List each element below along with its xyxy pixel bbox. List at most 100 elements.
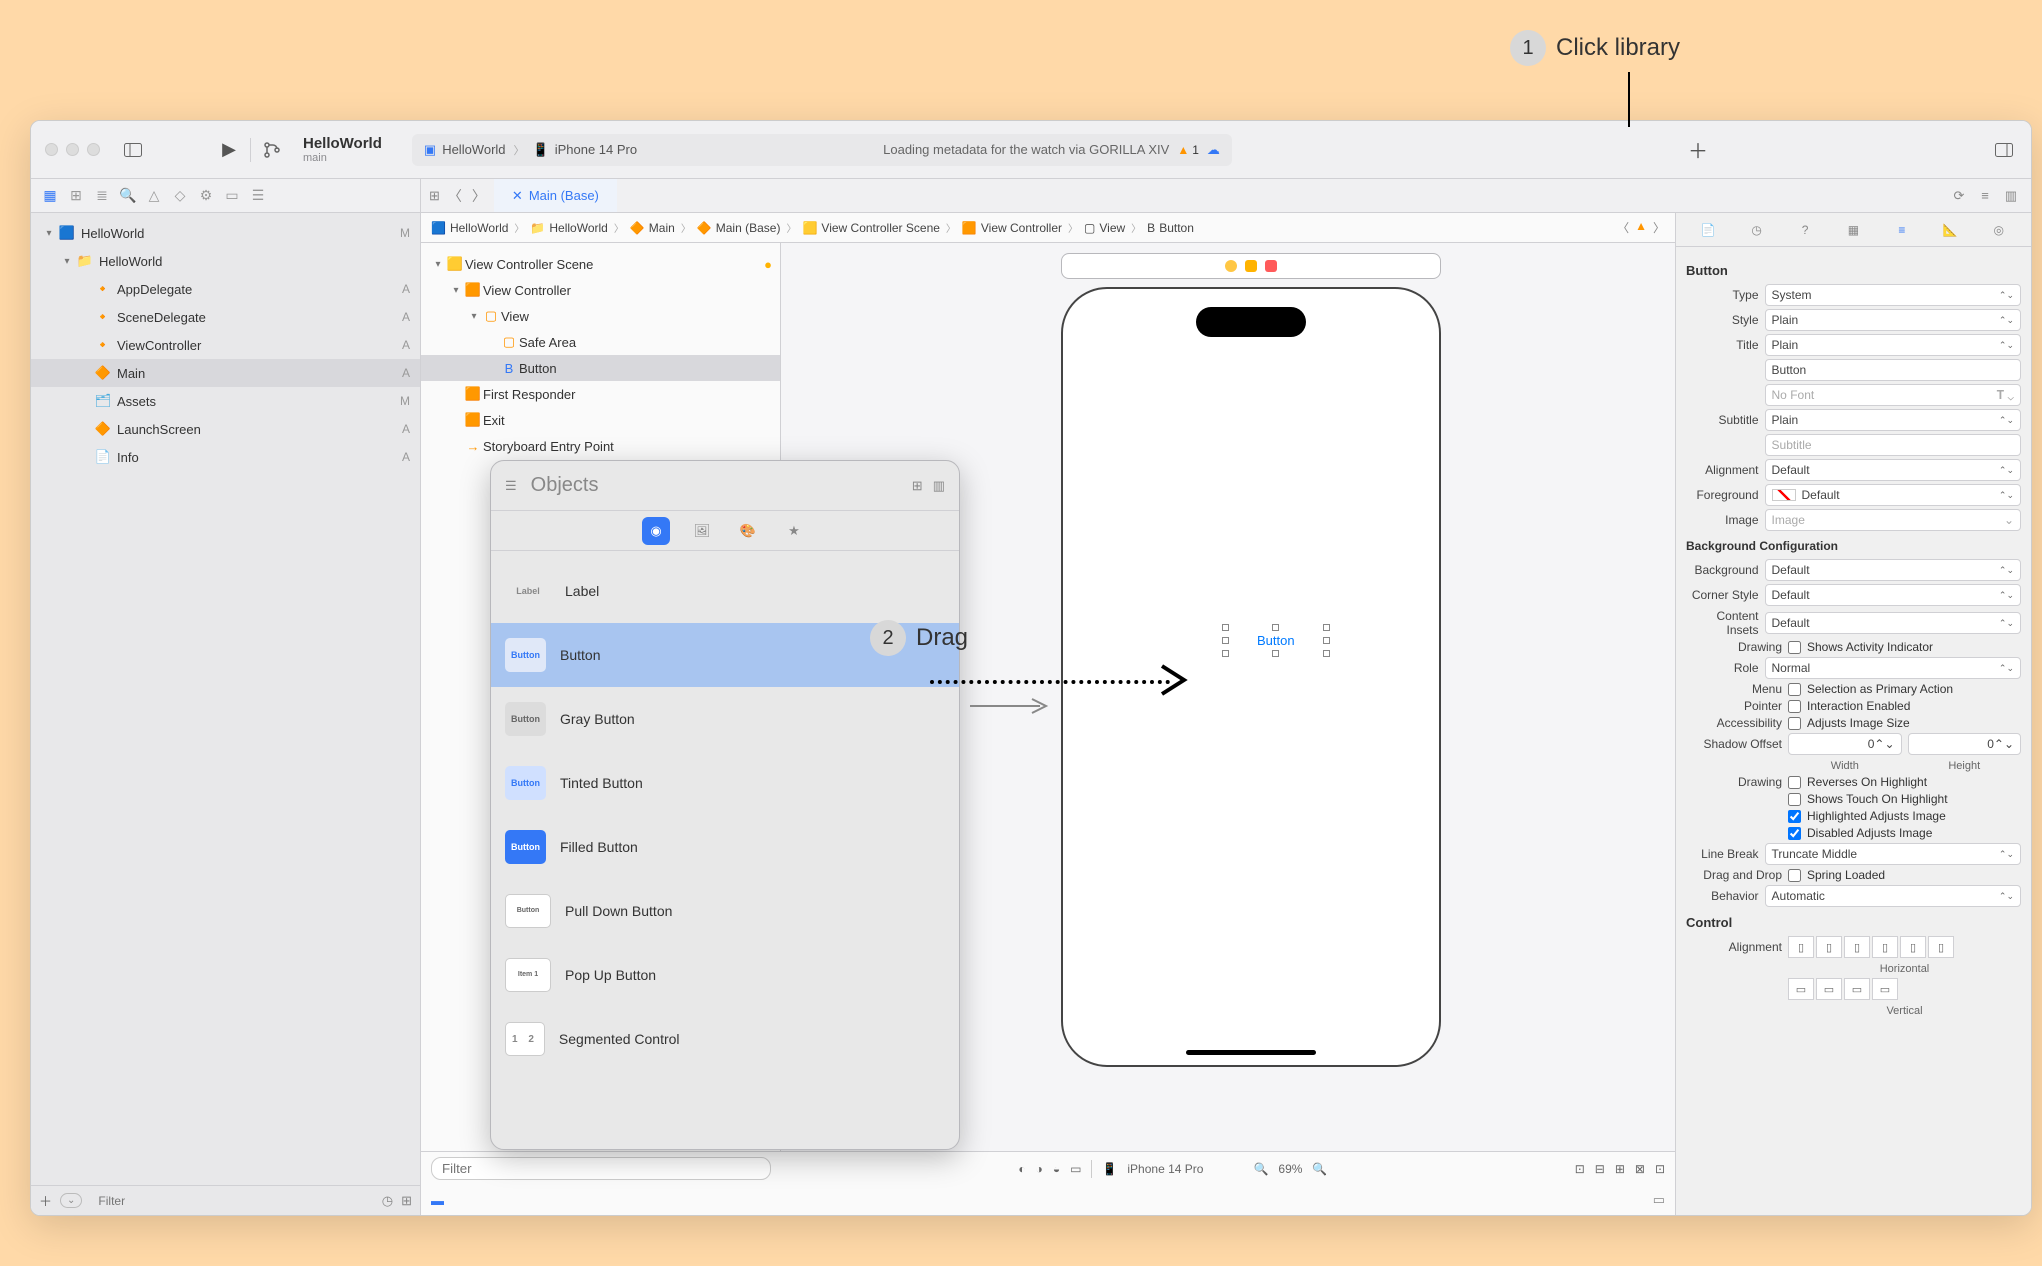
breakpoint-nav-tab[interactable]: ▭ [221, 185, 243, 207]
outline-row-button[interactable]: BButton [421, 355, 780, 381]
shadow-h-input[interactable]: 0⌃⌄ [1908, 733, 2022, 755]
jump-bar[interactable]: 🟦HelloWorld〉📁HelloWorld〉🔶Main〉🔶Main (Bas… [421, 213, 1675, 243]
trait-icon-1[interactable]: ◐ [1018, 1162, 1025, 1176]
dis-check[interactable]: Disabled Adjusts Image [1788, 826, 1932, 840]
nav-forward[interactable]: 〉 [468, 186, 490, 206]
vert-align-buttons[interactable]: ▭▭▭▭ [1788, 978, 1898, 1000]
editor-tab-main[interactable]: ✕ Main (Base) [494, 179, 617, 212]
scheme-app[interactable]: HelloWorld [442, 142, 505, 157]
outline-row-view-controller[interactable]: ▾🟧View Controller [421, 277, 780, 303]
run-button[interactable]: ▶ [216, 137, 242, 163]
library-color-tab[interactable]: 🎨 [734, 517, 762, 545]
rev-check[interactable]: Reverses On Highlight [1788, 775, 1927, 789]
nav-back[interactable]: 〈 [444, 186, 466, 206]
sidebar-toggle-icon[interactable] [120, 137, 146, 163]
nav-row-launchscreen[interactable]: 🔶LaunchScreenA [31, 415, 420, 443]
crumb-7[interactable]: BButton [1147, 221, 1194, 235]
library-grid-icon[interactable]: ⊞ [912, 478, 923, 494]
help-inspector-tab[interactable]: ? [1794, 223, 1816, 237]
activity-check[interactable]: Shows Activity Indicator [1788, 640, 1933, 654]
navigator-filter-input[interactable] [90, 1192, 373, 1210]
crumb-4[interactable]: 🟨View Controller Scene [802, 221, 939, 235]
symbol-nav-tab[interactable]: ≣ [91, 185, 113, 207]
constraints-icon-4[interactable]: ⊠ [1635, 1162, 1645, 1176]
outline-row-safe-area[interactable]: ▢Safe Area [421, 329, 780, 355]
find-nav-tab[interactable]: 🔍 [117, 185, 139, 207]
refresh-icon[interactable]: ⟳ [1949, 188, 1969, 204]
report-nav-tab[interactable]: ☰ [247, 185, 269, 207]
scheme-status-bar[interactable]: ▣HelloWorld 〉 📱iPhone 14 Pro Loading met… [412, 134, 1232, 166]
image-input[interactable]: Image⌄ [1765, 509, 2021, 531]
crumb-3[interactable]: 🔶Main (Base) [697, 221, 781, 235]
trait-icon-2[interactable]: ◑ [1036, 1162, 1043, 1176]
jump-prev-icon[interactable]: 〈 [1617, 219, 1629, 236]
nav-row-info[interactable]: 📄InfoA [31, 443, 420, 471]
library-item-gray-button[interactable]: ButtonGray Button [491, 687, 959, 751]
library-item-pull-down-button[interactable]: ButtonPull Down Button [491, 879, 959, 943]
scm-icon[interactable] [259, 137, 285, 163]
dragdrop-check[interactable]: Spring Loaded [1788, 868, 1885, 882]
subtitle-input[interactable]: Subtitle [1765, 434, 2021, 456]
library-item-filled-button[interactable]: ButtonFilled Button [491, 815, 959, 879]
library-button[interactable]: ＋ [1685, 137, 1711, 163]
canvas-device-name[interactable]: iPhone 14 Pro [1127, 1162, 1203, 1176]
library-media-tab[interactable]: 🖼 [688, 517, 716, 545]
outline-row-storyboard-entry-point[interactable]: →Storyboard Entry Point [421, 433, 780, 459]
window-traffic-lights[interactable] [45, 143, 100, 156]
behavior-select[interactable]: Automatic⌃⌄ [1765, 885, 2021, 907]
crumb-2[interactable]: 🔶Main [630, 221, 675, 235]
add-file-icon[interactable]: ＋ [39, 1191, 52, 1210]
nav-row-helloworld[interactable]: ▾📁HelloWorld [31, 247, 420, 275]
issue-nav-tab[interactable]: △ [143, 185, 165, 207]
library-item-label[interactable]: LabelLabel [491, 559, 959, 623]
list-icon[interactable]: ≡ [1975, 188, 1995, 203]
phone-frame[interactable] [1061, 287, 1441, 1067]
linebreak-select[interactable]: Truncate Middle⌃⌄ [1765, 843, 2021, 865]
library-objects-tab[interactable]: ◉ [642, 517, 670, 545]
scm-filter-icon[interactable]: ⊞ [401, 1193, 412, 1209]
navigator-tree[interactable]: ▾🟦HelloWorldM▾📁HelloWorld🔸AppDelegateA🔸S… [31, 213, 420, 1185]
nav-row-helloworld[interactable]: ▾🟦HelloWorldM [31, 219, 420, 247]
canvas-button-element[interactable]: Button [1221, 623, 1331, 657]
insets-select[interactable]: Default⌃⌄ [1765, 612, 2021, 634]
crumb-5[interactable]: 🟧View Controller [962, 221, 1062, 235]
library-item-segmented-control[interactable]: 1 2Segmented Control [491, 1007, 959, 1071]
outline-row-exit[interactable]: 🟧Exit [421, 407, 780, 433]
corner-select[interactable]: Default⌃⌄ [1765, 584, 2021, 606]
nav-row-assets[interactable]: 🗂AssetsM [31, 387, 420, 415]
minimize-dot[interactable] [66, 143, 79, 156]
trait-icon-4[interactable]: ▭ [1070, 1162, 1081, 1176]
debug-nav-tab[interactable]: ⚙ [195, 185, 217, 207]
outline-filter-input[interactable] [431, 1157, 771, 1180]
library-snippet-tab[interactable]: ★ [780, 517, 808, 545]
outline-row-view-controller-scene[interactable]: ▾🟨View Controller Scene● [421, 251, 780, 277]
zoom-dot[interactable] [87, 143, 100, 156]
title-mode-select[interactable]: Plain⌃⌄ [1765, 334, 2021, 356]
crumb-1[interactable]: 📁HelloWorld [530, 221, 607, 235]
library-filter-icon[interactable]: ☰ [505, 478, 517, 494]
cloud-icon[interactable]: ☁︎ [1207, 142, 1220, 158]
zoom-in-icon[interactable]: 🔍 [1312, 1162, 1327, 1176]
trait-icon-3[interactable]: ◒ [1053, 1162, 1060, 1176]
touch-check[interactable]: Shows Touch On Highlight [1788, 792, 1948, 806]
scm-nav-tab[interactable]: ⊞ [65, 185, 87, 207]
related-items-icon[interactable]: ⊞ [429, 188, 440, 204]
crumb-0[interactable]: 🟦HelloWorld [431, 221, 508, 235]
title-text-input[interactable]: Button [1765, 359, 2021, 381]
recent-files-icon[interactable]: ◷ [382, 1193, 393, 1209]
nav-row-appdelegate[interactable]: 🔸AppDelegateA [31, 275, 420, 303]
scene-titlebar[interactable] [1061, 253, 1441, 279]
connections-inspector-tab[interactable]: ◎ [1988, 223, 2010, 237]
debug-toggle-icon[interactable]: ▭ [1653, 1192, 1665, 1208]
zoom-level[interactable]: 69% [1278, 1162, 1302, 1176]
filter-scope-icon[interactable]: ⌄ [60, 1193, 82, 1208]
pointer-check[interactable]: Interaction Enabled [1788, 699, 1910, 713]
debug-filter-icon[interactable]: ▬ [431, 1193, 444, 1208]
test-nav-tab[interactable]: ◇ [169, 185, 191, 207]
constraints-icon-5[interactable]: ⊡ [1655, 1162, 1665, 1176]
alignment-select[interactable]: Default⌃⌄ [1765, 459, 2021, 481]
attributes-inspector-tab[interactable]: ≡ [1891, 223, 1913, 237]
background-select[interactable]: Default⌃⌄ [1765, 559, 2021, 581]
project-nav-tab[interactable]: ▦ [39, 185, 61, 207]
shadow-w-input[interactable]: 0⌃⌄ [1788, 733, 1902, 755]
